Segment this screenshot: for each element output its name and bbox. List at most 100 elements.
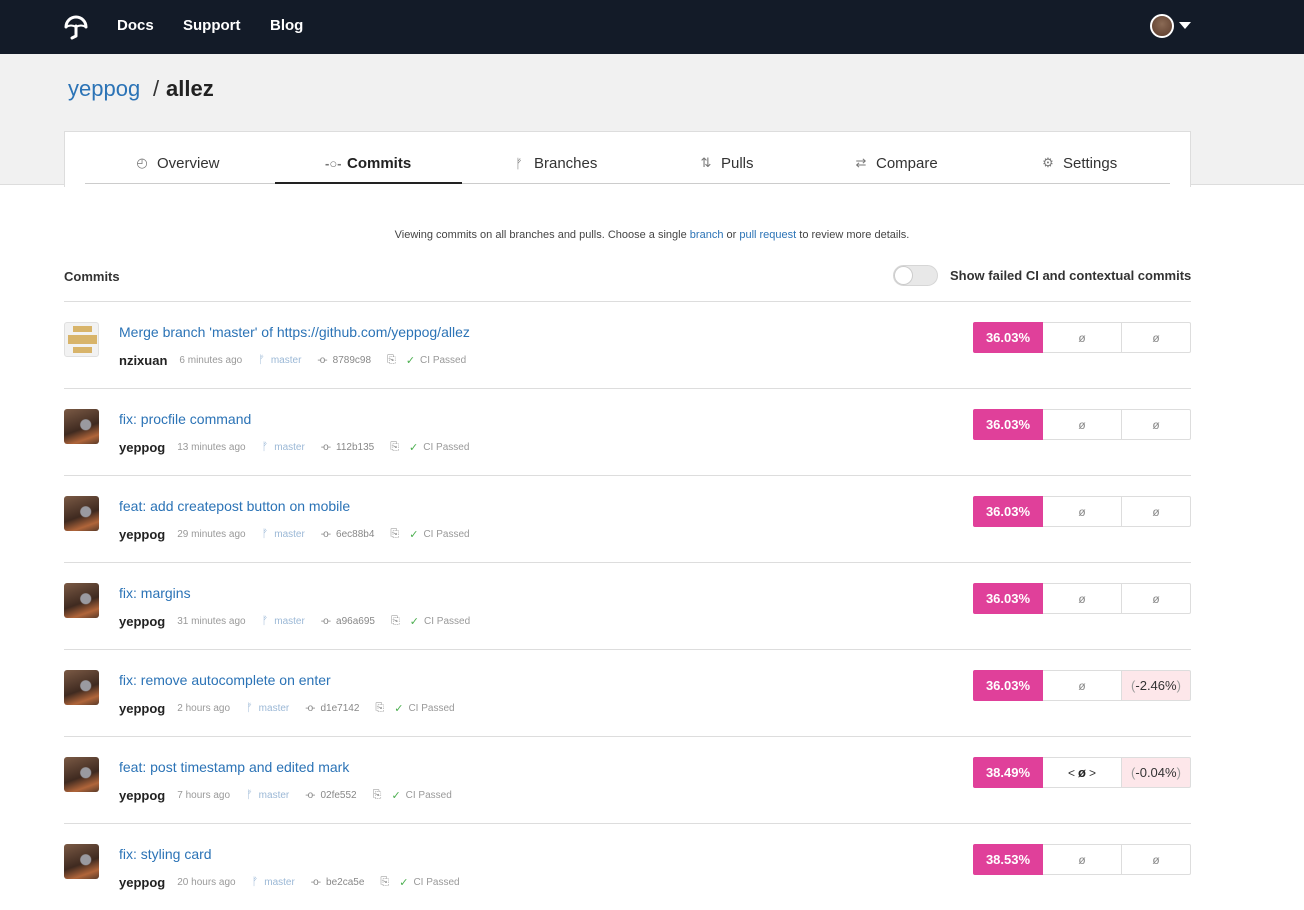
coverage-value[interactable]: 38.53%	[973, 844, 1043, 875]
coverage-value[interactable]: 36.03%	[973, 670, 1043, 701]
commit-sha-link[interactable]: d1e7142	[320, 703, 359, 714]
commit-message-link[interactable]: fix: procfile command	[119, 411, 251, 427]
commit-icon: -o-	[320, 615, 331, 627]
tab-label: Settings	[1063, 154, 1118, 172]
tab-branches[interactable]: ᚠ Branches	[512, 152, 597, 174]
top-nav: Docs Support Blog	[0, 0, 1304, 54]
commit-row: Merge branch 'master' of https://github.…	[64, 302, 1191, 389]
tab-compare[interactable]: ⇄ Compare	[854, 152, 938, 174]
commit-time: 6 minutes ago	[179, 354, 243, 366]
coverage-badges: 36.03% ø ø	[973, 322, 1191, 353]
commit-icon: -o-	[320, 528, 331, 540]
commit-branch-link[interactable]: master	[259, 790, 290, 801]
nav-blog-link[interactable]: Blog	[270, 17, 303, 34]
commit-message-link[interactable]: feat: add createpost button on mobile	[119, 498, 350, 514]
copy-icon[interactable]: ⎘	[387, 354, 396, 367]
copy-icon[interactable]: ⎘	[373, 789, 382, 802]
user-avatar[interactable]	[1150, 14, 1174, 38]
commit-branch-link[interactable]: master	[274, 442, 305, 453]
commit-icon: -o-	[320, 441, 331, 453]
commit-branch-link[interactable]: master	[274, 529, 305, 540]
commit-meta: yeppog 13 minutes ago ᚠ master -o- 112b1…	[119, 439, 469, 455]
commit-sha-link[interactable]: a96a695	[336, 616, 375, 627]
change-value: ø	[1122, 322, 1191, 353]
tab-commits[interactable]: -○- Commits	[325, 152, 411, 174]
coverage-badges: 38.53% ø ø	[973, 844, 1191, 875]
tab-label: Branches	[534, 154, 598, 172]
commit-sha-link[interactable]: be2ca5e	[326, 877, 364, 888]
commit-row: feat: add createpost button on mobile ye…	[64, 476, 1191, 563]
coverage-value[interactable]: 36.03%	[973, 322, 1043, 353]
gear-icon: ⚙	[1042, 155, 1054, 170]
commit-branch-link[interactable]: master	[271, 355, 302, 366]
coverage-badges: 36.03% ø ø	[973, 409, 1191, 440]
branch-icon: ᚠ	[246, 789, 253, 801]
ci-status: CI Passed	[423, 441, 470, 453]
check-icon: ✓	[409, 615, 419, 628]
commit-message-link[interactable]: fix: remove autocomplete on enter	[119, 672, 331, 688]
nav-support-link[interactable]: Support	[183, 17, 241, 34]
copy-icon[interactable]: ⎘	[375, 702, 384, 715]
avatar	[64, 844, 99, 879]
commit-author: yeppog	[119, 874, 166, 890]
commit-sha-link[interactable]: 02fe552	[320, 790, 356, 801]
ci-status: CI Passed	[424, 615, 471, 627]
coverage-value[interactable]: 38.49%	[973, 757, 1043, 788]
branch-icon: ᚠ	[261, 615, 269, 627]
chevron-down-icon[interactable]	[1179, 22, 1191, 29]
copy-icon[interactable]: ⎘	[390, 441, 399, 454]
commit-branch-link[interactable]: master	[264, 877, 295, 888]
branch-icon: ᚠ	[261, 528, 269, 540]
copy-icon[interactable]: ⎘	[391, 615, 400, 628]
change-value: ø	[1122, 844, 1191, 875]
coverage-value[interactable]: 36.03%	[973, 409, 1043, 440]
tab-settings[interactable]: ⚙ Settings	[1041, 152, 1117, 174]
commit-time: 2 hours ago	[177, 702, 231, 714]
commit-sha-link[interactable]: 8789c98	[333, 355, 371, 366]
commit-row: fix: styling card yeppog 20 hours ago ᚠ …	[64, 824, 1191, 910]
toggle-label: Show failed CI and contextual commits	[950, 268, 1192, 283]
avatar	[64, 583, 99, 618]
check-icon: ✓	[405, 354, 416, 367]
ci-status: CI Passed	[405, 789, 452, 801]
pull-request-link[interactable]: pull request	[739, 229, 796, 241]
commit-sha-link[interactable]: 112b135	[336, 442, 374, 453]
patch-value: < ø >	[1043, 757, 1122, 788]
coverage-value[interactable]: 36.03%	[973, 583, 1043, 614]
nav-docs-link[interactable]: Docs	[117, 17, 154, 34]
tab-label: Pulls	[721, 154, 754, 172]
change-value: ø	[1122, 496, 1191, 527]
coverage-badges: 36.03% ø (-2.46%)	[973, 670, 1191, 701]
branch-link[interactable]: branch	[690, 229, 724, 241]
commit-message-link[interactable]: fix: margins	[119, 585, 191, 601]
info-suffix: to review more details.	[796, 229, 910, 241]
commits-info-text: Viewing commits on all branches and pull…	[25, 229, 1279, 241]
coverage-value[interactable]: 36.03%	[973, 496, 1043, 527]
ci-status: CI Passed	[413, 876, 460, 888]
commit-message-link[interactable]: fix: styling card	[119, 846, 212, 862]
check-icon: ✓	[394, 702, 404, 715]
patch-value: ø	[1043, 496, 1122, 527]
commit-time: 13 minutes ago	[177, 441, 246, 453]
commit-author: yeppog	[119, 439, 166, 455]
repo-name: allez	[166, 76, 214, 101]
change-value: ø	[1122, 409, 1191, 440]
commit-meta: yeppog 20 hours ago ᚠ master -o- be2ca5e…	[119, 874, 460, 890]
branch-icon: ᚠ	[515, 155, 523, 171]
codecov-logo-icon[interactable]	[63, 14, 89, 40]
failed-ci-toggle[interactable]	[893, 265, 938, 286]
change-number: -2.46%	[1135, 678, 1177, 693]
coverage-badges: 36.03% ø ø	[973, 496, 1191, 527]
copy-icon[interactable]: ⎘	[390, 528, 399, 541]
commit-message-link[interactable]: feat: post timestamp and edited mark	[119, 759, 349, 775]
tab-pulls[interactable]: ⇅ Pulls	[699, 152, 754, 174]
tab-overview[interactable]: ◴ Overview	[135, 152, 219, 174]
commit-sha-link[interactable]: 6ec88b4	[336, 529, 374, 540]
commit-branch-link[interactable]: master	[259, 703, 290, 714]
commit-branch-link[interactable]: master	[274, 616, 305, 627]
copy-icon[interactable]: ⎘	[380, 876, 389, 889]
repo-owner-link[interactable]: yeppog	[68, 76, 140, 102]
change-value: (-2.46%)	[1122, 670, 1191, 701]
pull-icon: ⇅	[700, 155, 712, 170]
commit-message-link[interactable]: Merge branch 'master' of https://github.…	[119, 324, 470, 340]
